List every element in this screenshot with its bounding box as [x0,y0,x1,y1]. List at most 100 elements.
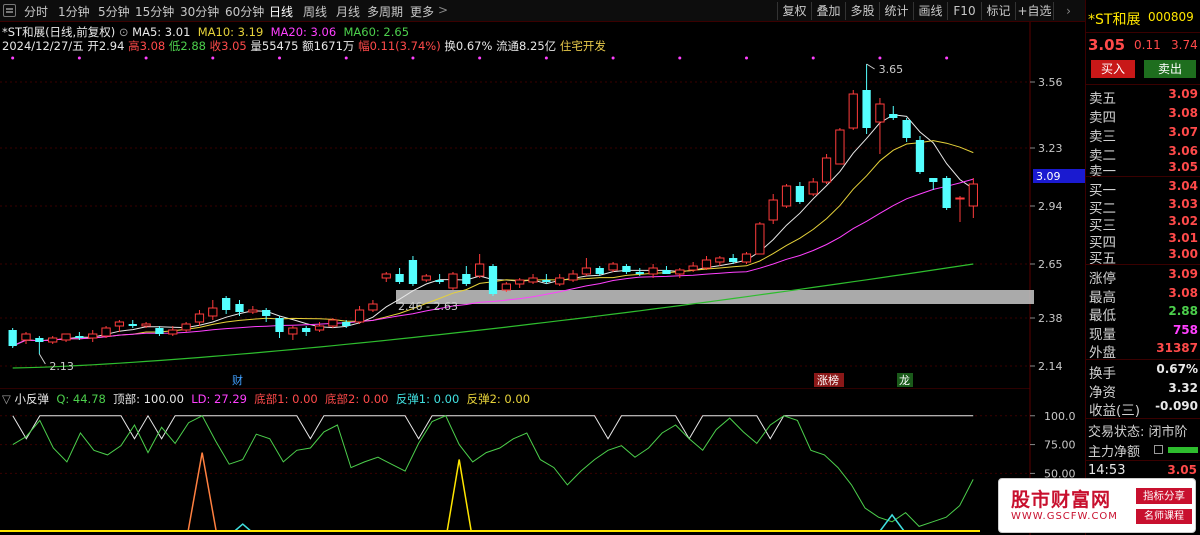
candle-body [128,324,137,326]
candle-body [835,129,845,165]
candle-body [862,90,871,128]
candle-body [408,260,418,284]
high-label: 3.65 [879,63,904,76]
tab-period-multi[interactable]: 多周期 [367,3,403,20]
multi-stock-button[interactable]: 多股 [845,2,879,20]
candle-body [515,279,525,285]
price-change-pct: 3.74 [1171,38,1198,52]
more-arrow-icon[interactable]: > [438,3,448,17]
candle-body [795,186,805,202]
candle-body [75,336,84,338]
high-marker [866,63,875,70]
draw-line-button[interactable]: 画线 [913,2,947,20]
add-favorite-button[interactable]: +自选 [1015,2,1053,20]
sell-button[interactable]: 卖出 [1144,60,1196,78]
candle-body [781,185,792,207]
axis-tick-label: 2.38 [1038,312,1063,325]
overlay-button[interactable]: 叠加 [811,2,845,20]
candle-body [101,327,111,337]
f10-button[interactable]: F10 [947,2,981,20]
candle-body [435,280,444,282]
watermark-logo: 股市财富网 WWW.GSCFW.COM 指标分享 名师课程 [998,478,1196,533]
candle-body [114,321,125,327]
candle-body [8,330,17,346]
candle-body [155,328,164,334]
candle-body [729,258,738,262]
ask-row: 卖五 3.09 [1089,87,1198,107]
period-toolbar: 分时 1分钟 5分钟 15分钟 30分钟 60分钟 日线 周线 月线 多周期 更… [0,0,1085,22]
fuquan-button[interactable]: 复权 [777,2,811,20]
tab-period-30min[interactable]: 30分钟 [180,3,219,20]
candle-body [421,275,431,281]
indicator-chart[interactable]: 100.075.0050.00 [0,388,1085,535]
current-price-tag-label: 3.09 [1036,170,1061,183]
bid-row: 买一 3.04 [1089,179,1198,199]
candle-body [662,270,671,274]
candle-body [635,272,644,274]
candle-body [688,265,698,271]
candle-body [701,259,712,269]
tick-time: 14:53 [1088,463,1126,478]
candle-body [555,277,565,285]
box-range-label: 2.46 - 2.63 [398,300,458,313]
candle-body [755,223,765,255]
indicator-q-line [12,415,974,527]
stat-row-outer: 外盘 31387 [1089,341,1198,361]
candle-body [942,178,951,208]
low-label: 2.13 [49,360,74,373]
stat-row-eps: 收益(三) -0.090 [1089,399,1198,419]
event-marker [411,56,415,60]
tab-period-daily[interactable]: 日线 [269,3,293,20]
axis-tick-label: 3.23 [1038,142,1063,155]
candle-body [648,267,658,275]
stock-name: *ST和展 [1088,12,1141,28]
candlestick-chart[interactable]: 3.56 3.23 2.94 2.65 2.38 2.14 3.09 3.65 2.13 2.4… [0,22,1085,388]
event-marker [144,56,148,60]
main-flow-bar [1168,447,1198,453]
candle-body [875,103,885,123]
mark-button[interactable]: 标记 [981,2,1015,20]
candle-body [462,274,471,284]
candle-body [342,322,351,326]
event-marker [211,56,215,60]
tab-period-1min[interactable]: 1分钟 [58,3,90,20]
tab-period-more[interactable]: 更多 [410,3,434,20]
tab-period-weekly[interactable]: 周线 [303,3,327,20]
buy-button[interactable]: 买入 [1091,60,1135,78]
tag-dragon: 龙 [899,374,910,387]
candle-body [955,197,965,200]
candle-body [968,183,978,207]
candle-body [168,329,178,335]
candle-body [235,304,244,312]
event-marker [11,56,15,60]
tab-period-5min[interactable]: 5分钟 [98,3,130,20]
candle-body [848,93,858,129]
event-marker [811,56,815,60]
candle-body [608,263,618,271]
tab-period-monthly[interactable]: 月线 [336,3,360,20]
collapse-chevron-icon[interactable]: › [1053,2,1083,20]
candle-body [675,269,685,275]
bottom-signal-spike [187,452,217,532]
tab-period-60min[interactable]: 60分钟 [225,3,264,20]
watermark-title: 股市财富网 [1011,489,1112,511]
candle-body [21,333,31,341]
main-flow-label: 主力净额 [1088,445,1141,460]
event-marker [678,56,682,60]
indicator-axis-label: 75.00 [1044,439,1076,452]
bid-row: 买五 3.00 [1089,247,1198,267]
event-marker [344,56,348,60]
candle-body [354,309,365,323]
candle-body [528,277,538,283]
candle-body [915,140,925,172]
flow-detail-icon[interactable] [1154,445,1163,454]
ask-row: 卖四 3.08 [1089,106,1198,126]
candle-body [248,309,258,313]
tab-period-15min[interactable]: 15分钟 [135,3,174,20]
statistics-button[interactable]: 统计 [879,2,913,20]
menu-icon[interactable] [3,4,16,17]
event-marker [544,56,548,60]
ask-row: 卖三 3.07 [1089,125,1198,145]
tab-period-fenshi[interactable]: 分时 [24,3,48,20]
ma20-line [12,178,974,347]
